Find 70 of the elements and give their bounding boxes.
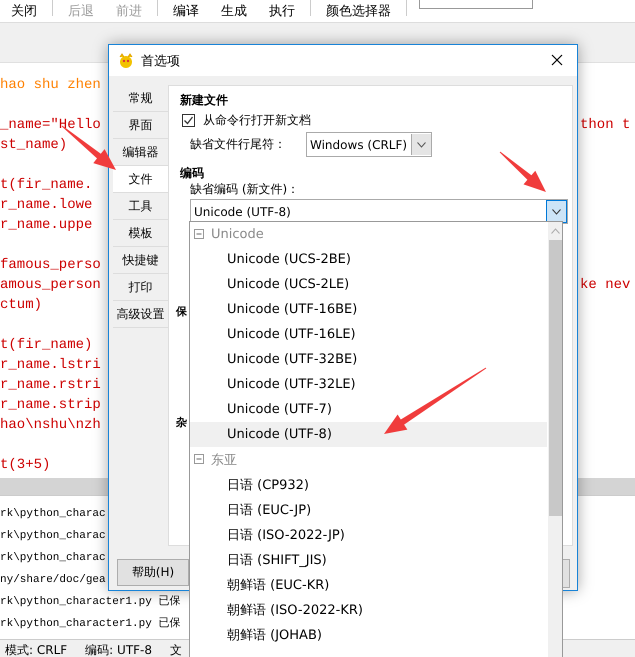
help-button[interactable]: 帮助(H) xyxy=(117,559,189,586)
code-line: r_name.lowe xyxy=(0,196,92,215)
window-title: 首选项 xyxy=(141,52,181,70)
field-label: 缺省编码 (新文件)： xyxy=(189,181,300,197)
group-label: Unicode xyxy=(211,227,264,242)
encoding-option[interactable]: Unicode (UTF-16LE) xyxy=(190,322,547,347)
encoding-option[interactable]: Unicode (UTF-8) xyxy=(190,422,547,447)
status-text: 模式: CRLF xyxy=(5,642,68,657)
toolbar-button[interactable]: 生成 xyxy=(210,0,258,22)
encoding-option[interactable]: 日语 (EUC-JP) xyxy=(190,497,547,522)
chevron-down-icon xyxy=(417,142,426,148)
checkbox[interactable] xyxy=(182,114,195,126)
field-label: 缺省文件行尾符： xyxy=(190,136,286,153)
arrow-annotation xyxy=(500,152,546,192)
scrollbar-thumb[interactable] xyxy=(549,240,562,516)
message-line: rk\python_charac xyxy=(0,529,106,544)
encoding-option[interactable]: 日语 (CP932) xyxy=(190,472,547,497)
message-line: ny/share/doc/gea xyxy=(0,573,106,588)
code-line: hao\nshu\nzh xyxy=(0,416,101,435)
encoding-option[interactable]: Unicode (UTF-32BE) xyxy=(190,347,547,372)
encoding-option[interactable]: 日语 (SHIFT_JIS) xyxy=(190,547,547,572)
close-icon xyxy=(551,54,563,66)
message-line: rk\python_charac xyxy=(0,551,106,566)
encoding-option[interactable]: 日语 (ISO-2022-JP) xyxy=(190,522,547,547)
section-heading: 保 xyxy=(176,304,188,319)
code-line: ke nev xyxy=(580,276,632,295)
chevron-up-icon xyxy=(551,228,560,234)
encoding-option[interactable]: 朝鲜语 (JOHAB) xyxy=(190,622,547,647)
line-ending-dropdown[interactable]: Windows (CRLF) xyxy=(306,132,432,157)
section-heading: 杂 xyxy=(176,415,188,430)
code-line: t(3+5) xyxy=(0,456,50,475)
message-line: rk\python_character1.py 已保 xyxy=(0,594,180,610)
code-line: r_name.lstri xyxy=(0,356,101,375)
status-text: 文 xyxy=(170,642,182,657)
toolbar-button[interactable]: 执行 xyxy=(258,0,306,22)
code-line: ctum) xyxy=(0,296,42,315)
code-line: r_name.strip xyxy=(0,396,101,415)
encoding-option[interactable]: Unicode (UTF-16BE) xyxy=(190,297,547,322)
encoding-option[interactable]: Unicode (UTF-7) xyxy=(190,397,547,422)
code-line: t(fir_name. xyxy=(0,176,92,195)
search-field[interactable] xyxy=(419,0,533,9)
code-line: st_name) xyxy=(0,136,68,155)
encoding-option[interactable]: 朝鲜语 (ISO-2022-KR) xyxy=(190,597,547,622)
tree-group-header[interactable]: 东亚 xyxy=(190,447,547,472)
group-label: 东亚 xyxy=(211,452,237,468)
code-line: thon t xyxy=(580,116,632,135)
section-heading: 编码 xyxy=(180,165,205,181)
code-line: r_name.uppe xyxy=(0,216,92,235)
tree-group-header[interactable]: Unicode xyxy=(190,222,547,247)
tab[interactable]: 文件 xyxy=(113,166,168,193)
section-heading: 新建文件 xyxy=(180,92,229,108)
encoding-option[interactable]: Unicode (UTF-32LE) xyxy=(190,372,547,397)
message-line: rk\python_charac xyxy=(0,507,106,522)
code-line: t(fir_name) xyxy=(0,336,92,355)
code-line: _name="Hello xyxy=(0,116,101,135)
toolbar-button[interactable]: 编译 xyxy=(162,0,210,22)
toolbar-button[interactable]: 颜色选择器 xyxy=(315,0,402,22)
chevron-down-icon xyxy=(552,208,561,214)
checkbox-label: 从命令行打开新文档 xyxy=(203,112,311,128)
code-line: amous_person xyxy=(0,276,101,295)
cat-icon xyxy=(118,52,134,68)
encoding-option[interactable]: 朝鲜语 (EUC-KR) xyxy=(190,572,547,597)
code-comment: hao shu zhen xyxy=(0,76,101,95)
encoding-option[interactable]: Unicode (UCS-2BE) xyxy=(190,247,547,272)
encoding-option[interactable]: Unicode (UCS-2LE) xyxy=(190,272,547,297)
code-line: r_name.rstri xyxy=(0,376,101,395)
toolbar-button[interactable]: 关闭 xyxy=(0,0,48,22)
code-line: famous_perso xyxy=(0,256,101,275)
status-text: 编码: UTF-8 xyxy=(85,642,152,657)
message-line: rk\python_character1.py 已保 xyxy=(0,616,180,632)
